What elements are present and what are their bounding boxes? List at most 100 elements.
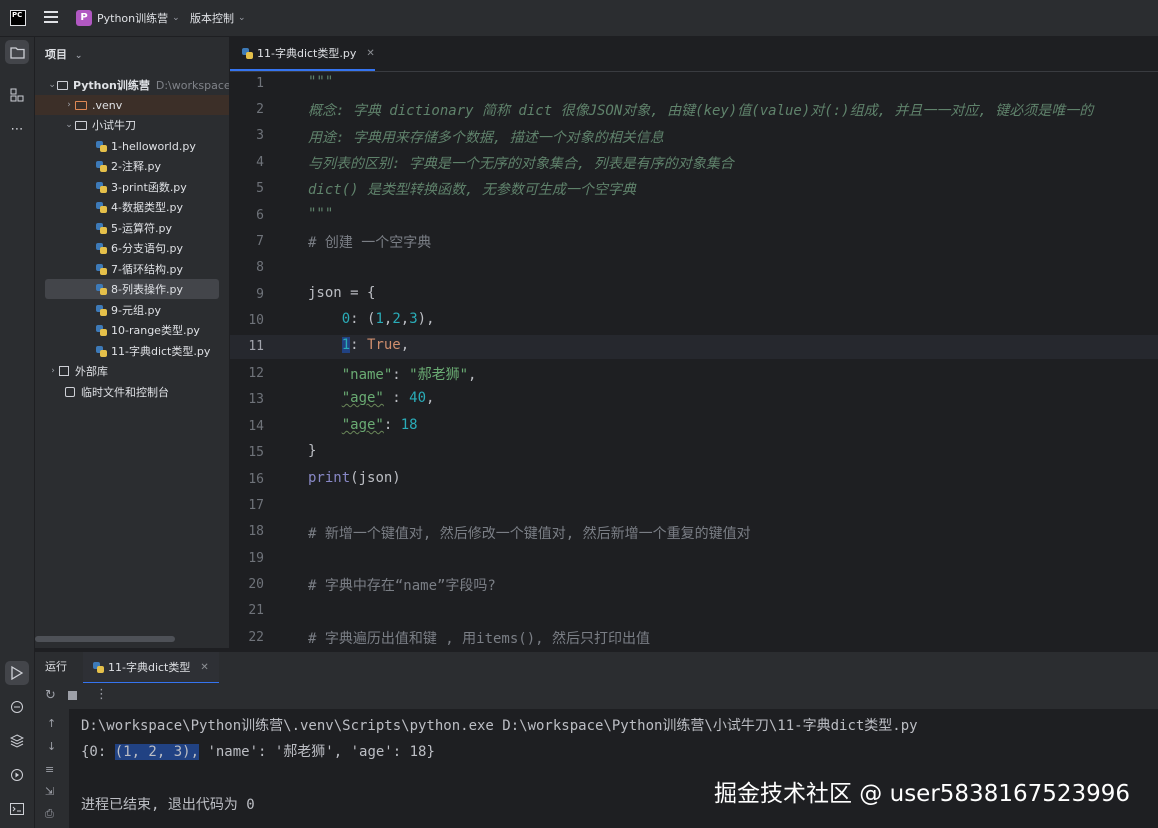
code-token: , — [468, 367, 477, 383]
tree-item-file[interactable]: 1-helloworld.py — [35, 136, 229, 156]
python-file-icon — [96, 283, 107, 295]
code-line: 用途: 字典用来存储多个数据, 描述一个对象的相关信息 — [308, 130, 664, 146]
editor-tab-bar: 11-字典dict类型.py ✕ — [230, 37, 1158, 72]
python-packages-icon[interactable] — [5, 729, 29, 753]
vcs-label: 版本控制 — [190, 12, 234, 25]
tree-item-label: 4-数据类型.py — [111, 201, 183, 214]
code-line: 0: (1,2,3), — [308, 311, 435, 327]
chevron-down-icon: ⌄ — [172, 13, 180, 23]
tree-item-file[interactable]: 5-运算符.py — [35, 218, 229, 238]
tree-item-file[interactable]: 2-注释.py — [35, 156, 229, 176]
code-token: : — [350, 337, 368, 353]
tree-item-file[interactable]: 6-分支语句.py — [35, 238, 229, 258]
tree-item-label: 10-range类型.py — [111, 324, 200, 337]
tree-item-external-libraries[interactable]: › 外部库 — [35, 361, 229, 381]
tree-item-label: 5-运算符.py — [111, 222, 172, 235]
terminal-icon[interactable] — [5, 797, 29, 821]
python-console-icon[interactable] — [5, 695, 29, 719]
run-tab-label: 11-字典dict类型 — [108, 661, 191, 674]
more-options-icon[interactable]: ⋮ — [95, 687, 108, 702]
tree-item-venv[interactable]: › .venv — [35, 95, 229, 115]
code-line: """ — [308, 206, 334, 222]
console-token: {0: — [81, 744, 115, 760]
code-line: 与列表的区别: 字典是一个无序的对象集合, 列表是有序的对象集合 — [308, 156, 734, 172]
run-tab[interactable]: 11-字典dict类型 ✕ — [83, 652, 219, 684]
console-output[interactable]: D:\workspace\Python训练营\.venv\Scripts\pyt… — [69, 709, 1158, 828]
tree-item-folder[interactable]: ⌄ 小试牛刀 — [35, 115, 229, 135]
code-token: (json) — [350, 470, 401, 486]
close-icon[interactable]: ✕ — [366, 48, 374, 59]
line-number: 16 — [248, 472, 264, 487]
tree-item-label: .venv — [92, 98, 123, 112]
project-panel-header[interactable]: 项目 ⌄ — [45, 46, 82, 62]
line-number: 19 — [248, 551, 264, 566]
tree-item-label: Python训练营 — [72, 79, 150, 92]
python-file-icon — [96, 263, 107, 275]
code-token: = { — [341, 285, 376, 301]
python-file-icon — [96, 222, 107, 234]
project-switcher[interactable]: P Python训练营 ⌄ — [76, 0, 180, 36]
console-output-line: {0: (1, 2, 3), 'name': '郝老狮', 'age': 18} — [81, 741, 435, 761]
tree-item-file[interactable]: 9-元组.py — [35, 300, 229, 320]
services-icon[interactable] — [5, 763, 29, 787]
line-number: 10 — [248, 313, 264, 328]
editor-tab-active[interactable]: 11-字典dict类型.py ✕ — [230, 37, 375, 71]
vcs-menu[interactable]: 版本控制 ⌄ — [190, 0, 246, 36]
python-file-icon — [96, 181, 107, 193]
tree-item-scratches[interactable]: 临时文件和控制台 — [35, 382, 229, 402]
arrow-up-icon[interactable]: ↑ — [47, 717, 56, 730]
code-token: 1 — [375, 311, 384, 327]
tree-item-file[interactable]: 11-字典dict类型.py — [35, 341, 229, 361]
code-token: print — [308, 470, 351, 486]
tree-item-file[interactable]: 4-数据类型.py — [35, 197, 229, 217]
tree-item-file-selected[interactable]: 8-列表操作.py — [45, 279, 219, 299]
line-number: 21 — [248, 603, 264, 618]
code-token: ), — [417, 311, 435, 327]
code-token: "name" — [341, 367, 393, 383]
code-line: # 创建 一个空字典 — [308, 235, 432, 251]
folder-icon — [57, 80, 68, 90]
code-token: , — [426, 390, 435, 406]
tree-item-file[interactable]: 3-print函数.py — [35, 177, 229, 197]
stop-icon[interactable] — [68, 691, 77, 700]
print-icon[interactable]: ⎙ — [45, 807, 54, 821]
project-panel: 项目 ⌄ ⌄ Python训练营 D:\workspace\P › .venv … — [35, 37, 230, 648]
tree-item-file[interactable]: 7-循环结构.py — [35, 259, 229, 279]
project-badge-icon: P — [76, 10, 92, 26]
tree-item-label: 7-循环结构.py — [111, 263, 183, 276]
tree-root[interactable]: ⌄ Python训练营 D:\workspace\P — [35, 75, 229, 95]
rerun-icon[interactable]: ↻ — [45, 688, 56, 703]
collapse-arrow-icon[interactable]: › — [63, 100, 75, 110]
soft-wrap-icon[interactable]: ≡ — [45, 763, 54, 776]
run-toolbar: ↻ ⋮ — [35, 683, 1158, 709]
code-token: "郝老狮" — [409, 367, 469, 383]
main-menu-icon[interactable] — [44, 11, 58, 23]
expand-arrow-icon[interactable]: ⌄ — [47, 80, 57, 90]
code-token: 0 — [341, 311, 351, 327]
close-icon[interactable]: ✕ — [200, 662, 208, 673]
collapse-arrow-icon[interactable]: › — [47, 366, 59, 376]
more-tools-icon[interactable]: ⋯ — [5, 117, 29, 141]
line-number: 4 — [256, 155, 264, 170]
arrow-down-icon[interactable]: ↓ — [47, 740, 56, 753]
line-number: 5 — [256, 181, 264, 196]
console-token: 'name': '郝老狮', 'age': 18} — [199, 744, 435, 760]
python-file-icon — [242, 47, 253, 59]
project-scrollbar[interactable] — [35, 636, 175, 642]
expand-arrow-icon[interactable]: ⌄ — [63, 120, 75, 130]
scroll-to-end-icon[interactable]: ⇲ — [45, 785, 54, 798]
tree-item-file[interactable]: 10-range类型.py — [35, 320, 229, 340]
project-tool-folder-icon[interactable] — [5, 40, 29, 64]
code-token: : — [383, 390, 410, 406]
structure-icon[interactable] — [5, 83, 29, 107]
run-tool-icon[interactable] — [5, 661, 29, 685]
code-line: json = { — [308, 285, 375, 301]
run-panel-header: 运行 11-字典dict类型 ✕ — [35, 651, 1158, 684]
line-number: 1 — [256, 76, 264, 91]
code-line: print(json) — [308, 470, 401, 486]
run-side-toolbar: ↑ ↓ ≡ ⇲ ⎙ — [35, 709, 69, 828]
tree-item-label: 9-元组.py — [111, 304, 161, 317]
code-editor[interactable]: 1 2 3 4 5 6 7 8 9 10 11 12 13 14 15 16 1… — [230, 72, 1158, 650]
